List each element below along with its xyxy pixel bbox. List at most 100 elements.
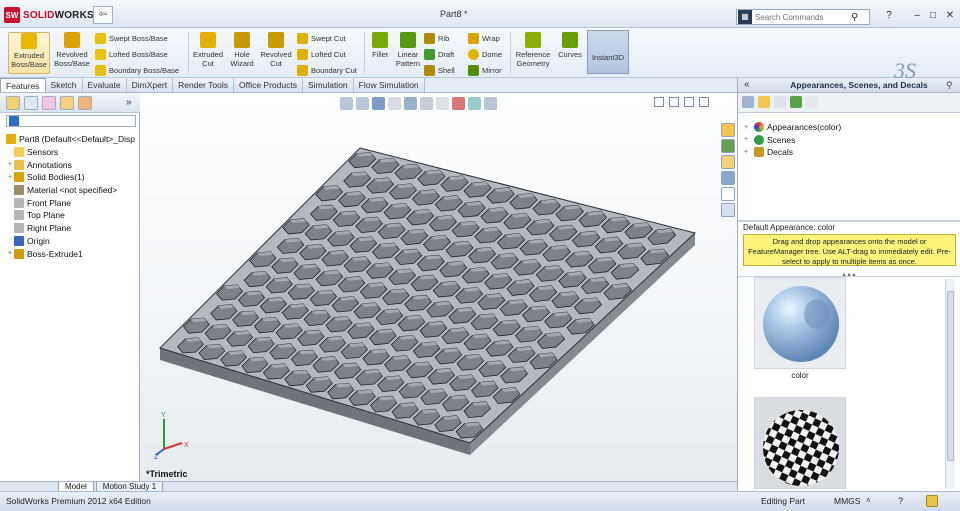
add-folder-icon[interactable] — [758, 96, 770, 108]
status-help-button[interactable]: ? — [898, 496, 903, 506]
help-button[interactable]: ? — [882, 9, 896, 23]
dimxpert-tab-icon[interactable] — [60, 96, 74, 110]
file-explorer-icon[interactable] — [721, 155, 735, 169]
fillet-button[interactable]: Fillet — [368, 32, 392, 59]
appearance-swatches: color — [738, 276, 960, 491]
home-icon[interactable] — [721, 123, 735, 137]
units-selector[interactable]: MMGS — [834, 496, 860, 506]
swatch-color[interactable] — [754, 277, 846, 369]
tree-item-top-plane[interactable]: Top Plane — [0, 209, 140, 222]
dome-button[interactable]: Dome — [468, 46, 502, 62]
rib-button[interactable]: Rib — [424, 30, 455, 46]
display-manager-tab-icon[interactable] — [78, 96, 92, 110]
view-orientation-label: *Trimetric — [146, 469, 188, 479]
new-icon[interactable] — [774, 96, 786, 108]
extruded-boss-button[interactable]: Extruded Boss/Base — [8, 32, 50, 74]
shell-button[interactable]: Shell — [424, 62, 455, 78]
tree-item-annotations[interactable]: + Annotations — [0, 158, 140, 171]
revolved-cut-button[interactable]: Revolved Cut — [259, 32, 293, 68]
expand-toggle[interactable]: + — [6, 174, 14, 181]
graphics-area[interactable]: Y X Z *Trimetric — [140, 93, 737, 481]
linear-pattern-button[interactable]: Linear Pattern — [393, 32, 423, 68]
honeycomb-model[interactable] — [140, 93, 737, 481]
tab-render-tools[interactable]: Render Tools — [173, 78, 235, 92]
tree-items: Sensors + Annotations + Solid Bodies(1) Mater… — [0, 146, 140, 260]
lofted-boss-button[interactable]: Lofted Boss/Base — [95, 46, 179, 62]
search-input[interactable] — [755, 12, 851, 22]
tree-root[interactable]: Part8 (Default<<Default>_Disp — [0, 133, 140, 146]
reference-geometry-button[interactable]: Reference Geometry — [514, 32, 552, 68]
units-caret-icon[interactable]: ˄ — [866, 496, 871, 505]
tree-item-right-plane[interactable]: Right Plane — [0, 222, 140, 235]
reference-geometry-icon — [525, 32, 541, 48]
instant3d-button[interactable]: Instant3D — [587, 30, 629, 74]
expand-toggle[interactable]: + — [6, 161, 14, 168]
expand-chevron-icon[interactable]: » — [126, 97, 132, 108]
dome-icon — [468, 48, 479, 60]
tree-node-scenes[interactable]: + Scenes — [744, 134, 841, 147]
tab-features[interactable]: Features — [0, 78, 46, 92]
view-palette-icon[interactable] — [721, 171, 735, 185]
search-commands[interactable]: ▦ ⚲ — [736, 9, 870, 25]
pin-icon[interactable]: ⚲ — [946, 80, 953, 91]
curves-button[interactable]: Curves — [556, 32, 584, 59]
solid-bodies-icon — [14, 172, 24, 183]
rebuild-icon[interactable] — [926, 495, 938, 507]
tab-dimxpert[interactable]: DimXpert — [126, 78, 174, 92]
tree-node-decals[interactable]: + Decals — [744, 146, 841, 159]
tree-item-solid-bodies[interactable]: + Solid Bodies(1) — [0, 171, 140, 184]
mirror-button[interactable]: Mirror — [468, 62, 502, 78]
tree-node-appearances[interactable]: + Appearances(color) — [744, 121, 841, 134]
checker-sphere-icon — [755, 398, 845, 488]
hole-wizard-button[interactable]: Hole Wizard — [227, 32, 257, 68]
boss-extrude1-icon — [14, 248, 24, 259]
editing-mode-label: Editing Part — [761, 496, 805, 506]
swept-cut-button[interactable]: Swept Cut — [297, 30, 357, 46]
tree-item-origin[interactable]: Origin — [0, 235, 140, 248]
extruded-cut-button[interactable]: Extruded Cut — [191, 32, 225, 68]
minimize-button[interactable]: – — [910, 9, 924, 23]
tree-item-boss-extrude1[interactable]: + Boss-Extrude1 — [0, 247, 140, 260]
tab-simulation[interactable]: Simulation — [302, 78, 354, 92]
tree-item-material[interactable]: Material <not specified> — [0, 184, 140, 197]
tree-item-front-plane[interactable]: Front Plane — [0, 196, 140, 209]
search-scope-icon[interactable]: ▦ — [738, 10, 752, 24]
scrollbar-thumb[interactable] — [947, 291, 954, 461]
draft-button[interactable]: Draft — [424, 46, 455, 62]
swept-icon — [95, 32, 106, 44]
tree-item-sensors[interactable]: Sensors — [0, 146, 140, 159]
tab-office-products[interactable]: Office Products — [234, 78, 303, 92]
tab-flow-simulation[interactable]: Flow Simulation — [353, 78, 425, 92]
search-icon[interactable]: ⚲ — [851, 12, 858, 23]
expand-toggle[interactable]: + — [6, 250, 14, 257]
revolved-boss-button[interactable]: Revolved Boss/Base — [52, 32, 92, 68]
close-button[interactable]: ✕ — [943, 9, 957, 23]
solidworks-logo[interactable]: SW SOLIDWORKS — [4, 7, 94, 23]
refresh-icon[interactable] — [790, 96, 802, 108]
wrap-button[interactable]: Wrap — [468, 30, 502, 46]
pane-divider[interactable] — [738, 220, 960, 222]
restore-button[interactable]: □ — [926, 9, 940, 23]
tab-sketch[interactable]: Sketch — [45, 78, 83, 92]
feature-manager-toolbar: » — [0, 93, 140, 113]
appearances-icon[interactable] — [721, 187, 735, 201]
lofted-cut-button[interactable]: Lofted Cut — [297, 46, 357, 62]
back-icon[interactable] — [742, 96, 754, 108]
custom-properties-icon[interactable] — [721, 203, 735, 217]
collapse-pane-button[interactable]: « — [744, 79, 750, 90]
swatch-checker[interactable] — [754, 397, 846, 489]
configuration-tab-icon[interactable] — [42, 96, 56, 110]
design-library-icon[interactable] — [721, 139, 735, 153]
boundary-cut-icon — [297, 64, 308, 76]
boundary-cut-button[interactable]: Boundary Cut — [297, 62, 357, 78]
swatch-scrollbar[interactable] — [945, 279, 955, 489]
quick-access-arrow-button[interactable]: ⇦ — [93, 6, 113, 24]
hole-wizard-icon — [234, 32, 250, 48]
up-icon[interactable] — [806, 96, 818, 108]
tab-evaluate[interactable]: Evaluate — [82, 78, 127, 92]
swept-boss-button[interactable]: Swept Boss/Base — [95, 30, 179, 46]
boundary-boss-button[interactable]: Boundary Boss/Base — [95, 62, 179, 78]
featuremanager-tab-icon[interactable] — [6, 96, 20, 110]
propertymanager-tab-icon[interactable] — [24, 96, 38, 110]
tree-filter[interactable] — [6, 115, 136, 127]
